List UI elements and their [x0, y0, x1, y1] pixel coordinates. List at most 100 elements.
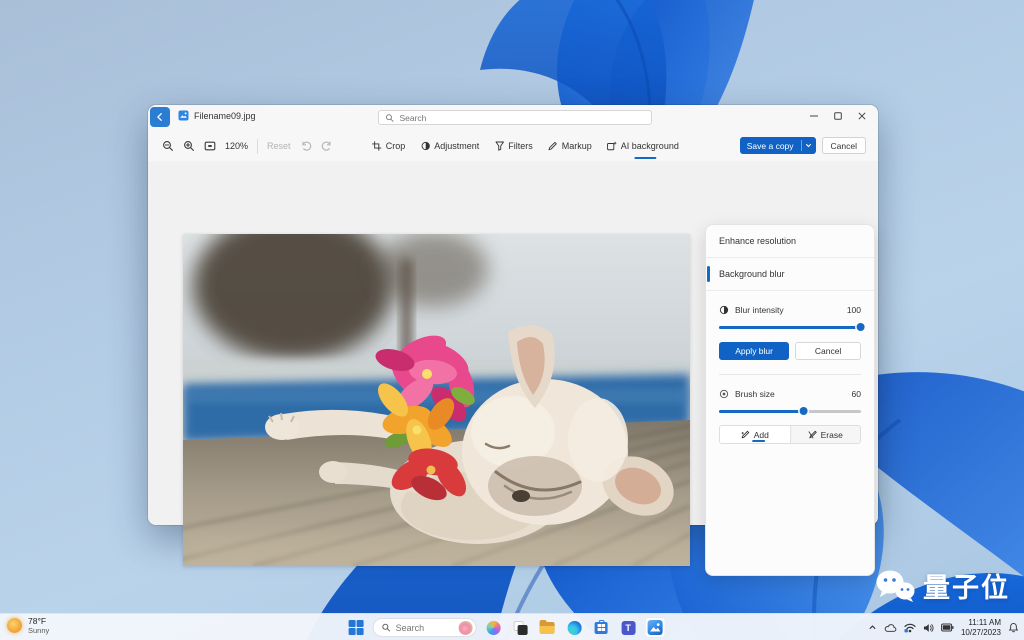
- sun-icon: [7, 618, 22, 633]
- filename-label: Filename09.jpg: [194, 111, 256, 121]
- taskbar-teams[interactable]: T: [618, 617, 639, 638]
- maximize-button[interactable]: [826, 107, 850, 125]
- file-explorer-icon: [540, 622, 555, 634]
- photos-logo-icon: [178, 110, 189, 121]
- search-highlight-image: [459, 621, 473, 635]
- blur-intensity-slider[interactable]: [719, 321, 861, 333]
- close-button[interactable]: [850, 107, 874, 125]
- taskbar-photos[interactable]: [645, 617, 666, 638]
- brush-size-label: Brush size: [735, 389, 775, 399]
- network-icon[interactable]: [904, 622, 916, 633]
- crop-button[interactable]: Crop: [372, 131, 406, 161]
- taskbar-search[interactable]: [373, 618, 477, 637]
- close-icon: [858, 112, 866, 120]
- teams-icon: T: [621, 621, 635, 635]
- brush-slider-thumb[interactable]: [800, 407, 808, 415]
- app-search-box[interactable]: [378, 110, 652, 125]
- edit-canvas: Enhance resolution Background blur Blur …: [148, 161, 878, 525]
- volume-icon[interactable]: [923, 623, 934, 633]
- cancel-blur-button[interactable]: Cancel: [795, 342, 861, 360]
- apply-blur-button[interactable]: Apply blur: [719, 342, 789, 360]
- taskbar: 78°F Sunny: [0, 613, 1024, 640]
- qbitai-watermark: 量子位: [875, 566, 1010, 605]
- crop-icon: [372, 141, 382, 151]
- filters-button[interactable]: Filters: [494, 131, 533, 161]
- weather-condition: Sunny: [28, 627, 49, 635]
- taskbar-search-icon: [382, 623, 391, 632]
- task-view-icon: [513, 621, 527, 635]
- undo-icon[interactable]: [300, 140, 312, 152]
- photo-dog[interactable]: [183, 234, 690, 566]
- reset-button[interactable]: Reset: [267, 141, 291, 151]
- add-brush-button[interactable]: Add: [720, 426, 790, 443]
- edge-icon: [567, 621, 581, 635]
- markup-button[interactable]: Markup: [548, 131, 592, 161]
- taskbar-store[interactable]: [591, 617, 612, 638]
- zoom-out-icon[interactable]: [162, 140, 174, 152]
- tray-time: 11:11 AM: [961, 618, 1001, 628]
- notification-bell-icon[interactable]: [1008, 622, 1019, 633]
- zoom-level[interactable]: 120%: [225, 141, 248, 151]
- wechat-icon: [875, 569, 915, 603]
- blur-slider-thumb[interactable]: [857, 323, 865, 331]
- taskbar-edge[interactable]: [564, 617, 585, 638]
- weather-widget[interactable]: 78°F Sunny: [7, 616, 49, 635]
- panel-divider: [719, 374, 861, 375]
- ai-background-icon: [607, 141, 617, 151]
- taskbar-copilot[interactable]: [483, 617, 504, 638]
- taskbar-file-explorer[interactable]: [537, 617, 558, 638]
- fit-to-window-icon[interactable]: [204, 140, 216, 152]
- ai-background-panel: Enhance resolution Background blur Blur …: [705, 224, 875, 576]
- erase-brush-button[interactable]: Erase: [790, 426, 861, 443]
- start-button[interactable]: [346, 617, 367, 638]
- file-tab[interactable]: Filename09.jpg: [178, 110, 256, 121]
- edit-toolbar: 120% Reset Crop: [148, 131, 878, 161]
- copilot-icon: [486, 621, 500, 635]
- desktop: Filename09.jpg: [0, 0, 1024, 640]
- redo-icon[interactable]: [321, 140, 333, 152]
- maximize-icon: [834, 112, 842, 120]
- minimize-button[interactable]: [802, 107, 826, 125]
- blur-intensity-icon: [719, 305, 729, 315]
- brush-mode-toggle: Add Erase: [719, 425, 861, 444]
- tray-date: 10/27/2023: [961, 628, 1001, 638]
- markup-pen-icon: [548, 141, 558, 151]
- toolbar-separator: [257, 139, 258, 154]
- system-tray: 11:11 AM 10/27/2023: [868, 614, 1019, 640]
- photos-window: Filename09.jpg: [148, 105, 878, 525]
- active-tab-indicator: [634, 157, 656, 160]
- enhance-resolution-section[interactable]: Enhance resolution: [706, 225, 874, 258]
- add-pen-icon: [741, 430, 750, 439]
- windows-logo-icon: [349, 620, 364, 635]
- adjustment-icon: [420, 141, 430, 151]
- filters-icon: [494, 141, 504, 151]
- minimize-icon: [810, 112, 818, 120]
- blur-intensity-label: Blur intensity: [735, 305, 784, 315]
- battery-icon[interactable]: [941, 623, 954, 632]
- photo-scene: [183, 234, 690, 566]
- save-a-copy-button[interactable]: Save a copy: [740, 137, 816, 154]
- background-blur-section[interactable]: Background blur: [706, 258, 874, 291]
- back-button[interactable]: [150, 107, 170, 127]
- onedrive-cloud-icon[interactable]: [884, 623, 897, 633]
- cancel-edit-button[interactable]: Cancel: [822, 137, 866, 154]
- tray-clock[interactable]: 11:11 AM 10/27/2023: [961, 618, 1001, 638]
- adjustment-button[interactable]: Adjustment: [420, 131, 479, 161]
- photos-icon: [648, 620, 663, 635]
- store-icon: [595, 622, 608, 634]
- zoom-in-icon[interactable]: [183, 140, 195, 152]
- app-search-input[interactable]: [399, 113, 645, 123]
- back-arrow-icon: [155, 112, 165, 122]
- brush-size-value: 60: [852, 389, 861, 399]
- brush-size-slider[interactable]: [719, 405, 861, 417]
- selected-section-indicator: [707, 266, 710, 282]
- ai-background-button[interactable]: AI background: [607, 131, 679, 161]
- selected-brush-indicator: [752, 440, 765, 442]
- taskbar-task-view[interactable]: [510, 617, 531, 638]
- tray-chevron-up-icon[interactable]: [868, 623, 877, 632]
- watermark-text: 量子位: [923, 566, 1010, 605]
- chevron-down-icon: [805, 142, 812, 149]
- brush-size-icon: [719, 389, 729, 399]
- taskbar-search-input[interactable]: [396, 623, 454, 633]
- blur-intensity-value: 100: [847, 305, 861, 315]
